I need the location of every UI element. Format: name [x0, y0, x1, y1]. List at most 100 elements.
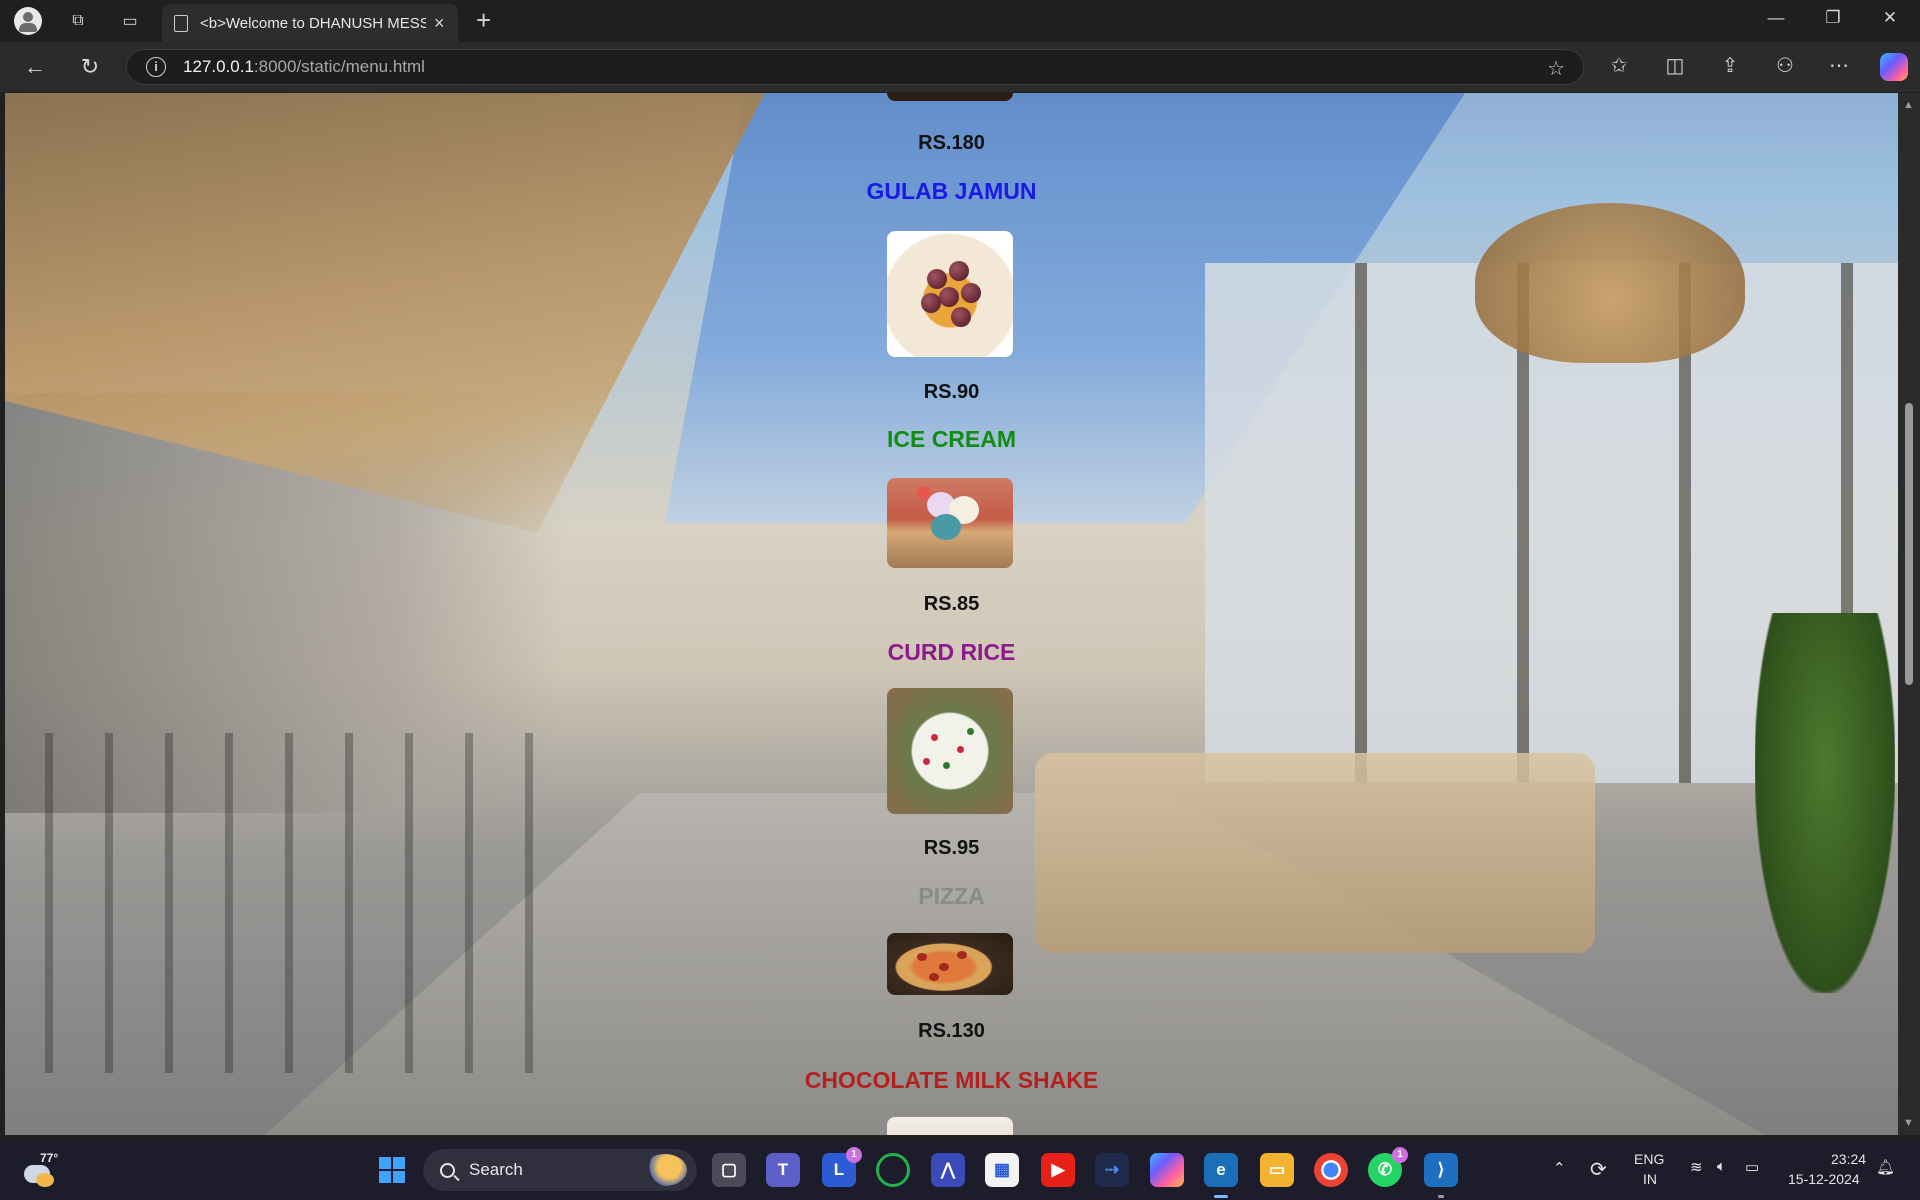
background-photo-lamp — [1475, 203, 1745, 363]
task-view-icon[interactable]: ▢ — [712, 1153, 746, 1187]
refresh-icon[interactable]: ↻ — [75, 52, 105, 82]
battery-icon[interactable]: ▭ — [1745, 1158, 1759, 1176]
notification-bell-icon[interactable]: 🔔︎ — [1876, 1158, 1895, 1176]
gulab-jamun-ball — [927, 269, 947, 289]
edge-dev-app-icon[interactable]: ⇢ — [1095, 1153, 1129, 1187]
pepperoni — [929, 973, 939, 981]
tab-title: <b>Welcome to DHANUSH MESS — [200, 14, 426, 32]
workspaces-icon[interactable]: ⧉ — [64, 7, 92, 35]
browser-title-bar: ⧉ ▭ <b>Welcome to DHANUSH MESS × + — ❐ ✕ — [0, 0, 1920, 42]
teams-icon[interactable]: T — [766, 1153, 800, 1187]
dish-name-curd-rice: CURD RICE — [887, 639, 1016, 665]
pepperoni — [917, 953, 927, 961]
dish-name-chocolate-milk-shake: CHOCOLATE MILK SHAKE — [804, 1067, 1099, 1093]
maximize-button[interactable]: ❐ — [1813, 8, 1853, 28]
scroll-up-arrow-icon[interactable]: ▲ — [1903, 99, 1914, 111]
pepperoni — [957, 951, 967, 959]
previous-dish-price: RS.180 — [918, 132, 985, 154]
page-icon — [174, 14, 188, 32]
page-viewport: RS.180 GULAB JAMUN RS.90 ICE CREAM RS.85… — [5, 93, 1898, 1135]
weather-temperature: 77° — [40, 1151, 59, 1165]
url-host: 127.0.0.1 — [183, 57, 254, 76]
tab-close-icon[interactable]: × — [434, 13, 445, 34]
dish-price-gulab-jamun: RS.90 — [923, 381, 980, 403]
extensions-icon[interactable]: ⚇ — [1770, 53, 1800, 78]
language-top[interactable]: ENG — [1634, 1151, 1664, 1167]
pomegranate-dot — [931, 734, 938, 741]
gulab-jamun-ball — [921, 293, 941, 313]
scrollbar-thumb[interactable] — [1905, 403, 1913, 685]
dish-name-ice-cream: ICE CREAM — [886, 426, 1017, 452]
copilot-app-icon[interactable] — [1150, 1153, 1184, 1187]
sync-icon[interactable]: ⟳ — [1590, 1157, 1607, 1182]
clock-time[interactable]: 23:24 — [1831, 1151, 1866, 1167]
new-tab-button[interactable]: + — [476, 6, 491, 34]
page-scrollbar[interactable]: ▲ ▼ — [1898, 93, 1920, 1135]
pizza-image — [887, 933, 1013, 995]
herb-dot — [967, 728, 974, 735]
l-app-icon[interactable]: L 1 — [822, 1147, 862, 1187]
edge-active-indicator — [1214, 1195, 1228, 1198]
split-screen-icon[interactable]: ◫ — [1660, 53, 1690, 78]
more-menu-icon[interactable]: ⋯ — [1824, 53, 1854, 78]
weather-widget[interactable]: 77° — [22, 1151, 62, 1189]
pomegranate-dot — [957, 746, 964, 753]
moon-icon — [36, 1173, 54, 1187]
search-highlight-icon — [643, 1154, 687, 1186]
volume-icon[interactable]: 🔈︎ — [1717, 1158, 1726, 1175]
copilot-icon[interactable] — [1880, 53, 1908, 81]
vscode-icon[interactable]: ⟩ — [1424, 1153, 1458, 1187]
gulab-jamun-ball — [939, 287, 959, 307]
microsoft-store-icon[interactable]: ▦ — [985, 1153, 1019, 1187]
windows-taskbar: 77° Search ▢ T L 1 ⋀ ▦ ▶ ⇢ e ▭ ✆ 1 ⟩ ⌃ ⟳… — [0, 1141, 1920, 1200]
dish-name-gulab-jamun: GULAB JAMUN — [866, 178, 1037, 204]
ice-cream-scoop — [931, 514, 961, 540]
file-explorer-icon[interactable]: ▭ — [1260, 1153, 1294, 1187]
chocolate-milk-shake-image — [887, 1117, 1013, 1135]
favorite-star-icon[interactable]: ☆ — [1547, 56, 1565, 81]
window-close-button[interactable]: ✕ — [1870, 8, 1910, 28]
ice-cream-image — [887, 478, 1013, 568]
chrome-icon[interactable] — [1314, 1153, 1348, 1187]
windows-logo-icon — [379, 1157, 405, 1183]
profile-icon[interactable] — [14, 7, 42, 35]
gulab-jamun-ball — [961, 283, 981, 303]
vertical-tabs-icon[interactable]: ▭ — [116, 7, 144, 35]
gulab-jamun-ball — [951, 307, 971, 327]
l-app-letter: L — [833, 1160, 845, 1179]
whatsapp-icon[interactable]: ✆ 1 — [1368, 1147, 1408, 1187]
gulab-jamun-ball — [949, 261, 969, 281]
dish-name-pizza: PIZZA — [918, 883, 985, 909]
site-info-icon[interactable]: i — [146, 57, 166, 77]
wifi-icon[interactable]: ≋ — [1690, 1158, 1703, 1176]
edge-icon[interactable]: e — [1204, 1153, 1238, 1187]
vpn-app-icon[interactable]: ⋀ — [931, 1153, 965, 1187]
youtube-icon[interactable]: ▶ — [1041, 1153, 1075, 1187]
address-bar[interactable]: i 127.0.0.1:8000/static/menu.html ☆ — [126, 49, 1584, 85]
pomegranate-dot — [923, 758, 930, 765]
pepperoni — [939, 963, 949, 971]
minimize-button[interactable]: — — [1756, 8, 1796, 28]
clock-date[interactable]: 15-12-2024 — [1788, 1171, 1860, 1187]
whatsapp-badge: 1 — [1392, 1147, 1408, 1163]
windows-start-icon[interactable] — [375, 1153, 409, 1187]
favorites-icon[interactable]: ✩ — [1604, 53, 1634, 78]
l-app-badge: 1 — [846, 1147, 862, 1163]
url-text[interactable]: 127.0.0.1:8000/static/menu.html — [183, 57, 425, 77]
vscode-running-indicator — [1438, 1195, 1444, 1198]
circle-app-icon[interactable] — [876, 1153, 910, 1187]
gulab-jamun-image — [887, 231, 1013, 357]
curd-rice-image — [887, 688, 1013, 814]
language-bottom[interactable]: IN — [1643, 1171, 1657, 1187]
search-icon — [440, 1162, 455, 1178]
share-icon[interactable]: ⇪ — [1715, 53, 1745, 78]
ice-cream-topping — [917, 486, 931, 500]
scroll-down-arrow-icon[interactable]: ▼ — [1903, 1117, 1914, 1129]
taskbar-search[interactable]: Search — [423, 1149, 697, 1191]
search-label: Search — [469, 1160, 523, 1179]
browser-tab-active[interactable]: <b>Welcome to DHANUSH MESS × — [162, 4, 458, 42]
browser-toolbar: ← ↻ i 127.0.0.1:8000/static/menu.html ☆ … — [0, 42, 1920, 92]
back-arrow-icon[interactable]: ← — [20, 52, 50, 82]
show-hidden-icons-chevron-icon[interactable]: ⌃ — [1553, 1159, 1566, 1177]
dish-price-pizza: RS.130 — [918, 1020, 985, 1042]
